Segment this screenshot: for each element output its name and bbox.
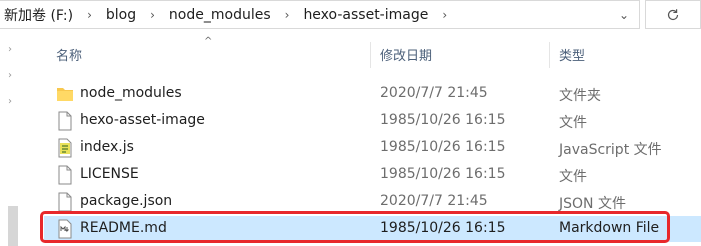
column-header-row: ^ 名称 修改日期 类型 — [44, 36, 701, 70]
chevron-right-icon: › — [8, 96, 12, 107]
file-type: 文件 — [559, 115, 587, 131]
js-file-icon — [58, 138, 72, 158]
breadcrumb-blog[interactable]: blog — [102, 7, 140, 23]
column-header-name[interactable]: 名称 — [56, 38, 82, 70]
annotation-highlight-box — [40, 211, 670, 243]
file-type: 文件 — [559, 169, 587, 185]
column-header-type[interactable]: 类型 — [559, 38, 585, 70]
file-name: index.js — [80, 139, 134, 155]
file-type: JSON 文件 — [559, 196, 626, 212]
folder-icon — [57, 88, 73, 101]
chevron-right-icon[interactable]: › — [140, 8, 165, 22]
file-icon — [58, 111, 72, 131]
navigation-scrollbar[interactable] — [8, 206, 18, 246]
chevron-right-icon[interactable]: › — [432, 8, 457, 22]
chevron-right-icon: › — [8, 70, 12, 81]
json-file-icon — [58, 192, 72, 212]
chevron-right-icon[interactable]: › — [77, 8, 102, 22]
breadcrumb-drive[interactable]: 新加卷 (F:) — [0, 5, 77, 25]
column-header-date[interactable]: 修改日期 — [380, 38, 432, 70]
chevron-right-icon: › — [8, 44, 12, 55]
breadcrumb-node-modules[interactable]: node_modules — [165, 7, 275, 23]
file-type: JavaScript 文件 — [559, 142, 662, 158]
file-name: hexo-asset-image — [80, 112, 205, 128]
address-bar[interactable]: 新加卷 (F:) › blog › node_modules › hexo-as… — [0, 0, 640, 29]
file-row[interactable]: index.js 1985/10/26 16:15 JavaScript 文件 — [44, 135, 701, 161]
file-date: 1985/10/26 16:15 — [380, 166, 506, 182]
file-name: package.json — [80, 193, 173, 209]
file-icon — [58, 165, 72, 185]
breadcrumb-hexo-asset-image[interactable]: hexo-asset-image — [299, 7, 432, 23]
file-row[interactable]: node_modules 2020/7/7 21:45 文件夹 — [44, 81, 701, 107]
file-date: 1985/10/26 16:15 — [380, 112, 506, 128]
file-date: 2020/7/7 21:45 — [380, 193, 488, 209]
file-date: 2020/7/7 21:45 — [380, 85, 488, 101]
column-divider[interactable] — [370, 42, 371, 68]
chevron-right-icon[interactable]: › — [275, 8, 300, 22]
column-divider[interactable] — [549, 42, 550, 68]
file-name: node_modules — [80, 85, 182, 101]
refresh-icon — [667, 8, 679, 20]
file-date: 1985/10/26 16:15 — [380, 139, 506, 155]
file-type: 文件夹 — [559, 88, 601, 104]
address-history-dropdown-icon[interactable]: ⌄ — [609, 8, 639, 22]
refresh-button[interactable] — [645, 0, 701, 29]
file-row[interactable]: LICENSE 1985/10/26 16:15 文件 — [44, 162, 701, 188]
sort-ascending-icon: ^ — [204, 36, 213, 47]
file-name: LICENSE — [80, 166, 139, 182]
navigation-pane[interactable]: › › › — [0, 30, 26, 246]
file-row[interactable]: hexo-asset-image 1985/10/26 16:15 文件 — [44, 108, 701, 134]
